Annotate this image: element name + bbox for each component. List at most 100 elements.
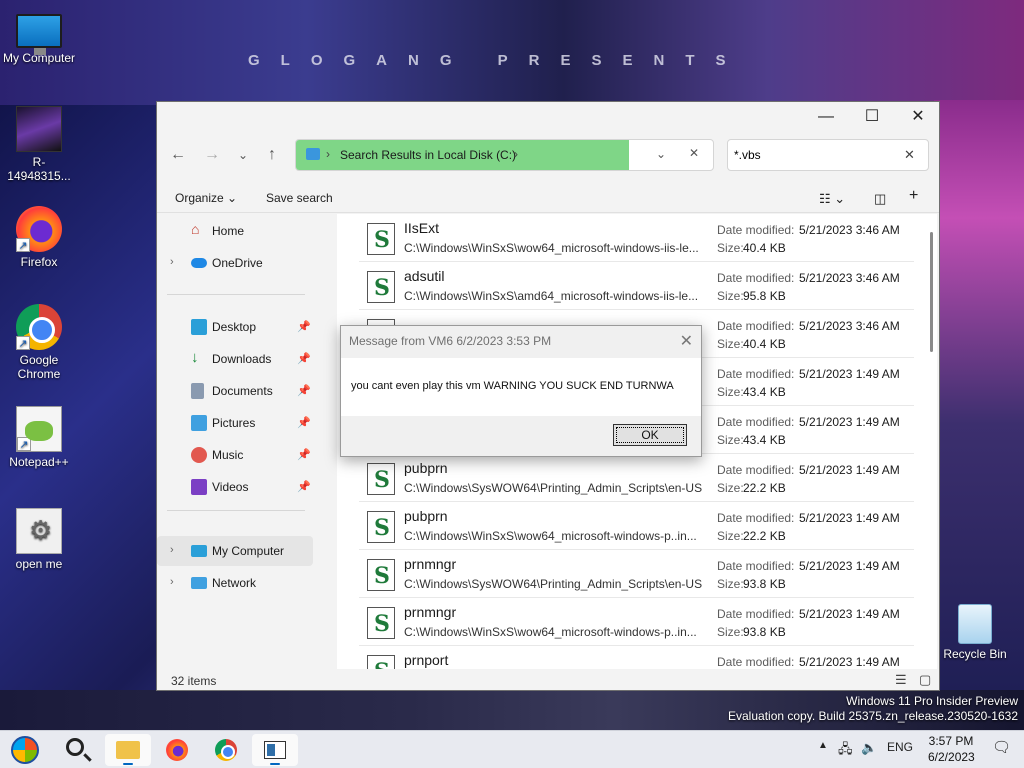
- vbs-script-icon: [367, 559, 395, 591]
- taskbar-firefox[interactable]: [154, 734, 200, 766]
- notifications-icon[interactable]: 🗨: [992, 738, 1011, 756]
- date-modified-label: Date modified:: [717, 271, 795, 285]
- show-hidden-icons-chevron[interactable]: ▲: [818, 740, 828, 751]
- date-modified-label: Date modified:: [717, 559, 795, 573]
- start-button[interactable]: [2, 734, 48, 766]
- ok-button[interactable]: OK: [613, 424, 687, 446]
- sidebar-item-pictures[interactable]: Pictures 📌: [157, 408, 313, 438]
- taskbar-file-explorer[interactable]: [105, 734, 151, 766]
- file-row[interactable]: adsutil C:\Windows\WinSxS\amd64_microsof…: [359, 262, 914, 310]
- sidebar-item-downloads[interactable]: ↓ Downloads 📌: [157, 344, 313, 374]
- search-input[interactable]: [734, 146, 894, 164]
- sidebar-item-desktop[interactable]: Desktop 📌: [157, 312, 313, 342]
- expand-chevron-icon[interactable]: ›: [170, 544, 174, 556]
- forward-arrow-icon[interactable]: →: [201, 145, 223, 167]
- gear-file-icon: [16, 508, 62, 554]
- file-row[interactable]: IIsExt C:\Windows\WinSxS\wow64_microsoft…: [359, 214, 914, 262]
- sidebar-item-network[interactable]: › Network: [157, 568, 313, 598]
- firefox-icon: [166, 739, 188, 761]
- sidebar-item-videos[interactable]: Videos 📌: [157, 472, 313, 502]
- up-arrow-icon[interactable]: ↑: [261, 145, 283, 167]
- address-segment[interactable]: Search Results in Local Disk (C:): [340, 148, 516, 162]
- taskbar-chrome[interactable]: [203, 734, 249, 766]
- chevron-right-icon[interactable]: ›: [514, 147, 518, 161]
- file-path: C:\Windows\WinSxS\amd64_microsoft-window…: [404, 289, 699, 303]
- sidebar-item-home[interactable]: ⌂ Home: [157, 216, 313, 246]
- sidebar-item-my-computer[interactable]: › My Computer: [157, 536, 313, 566]
- message-dialog: Message from VM6 6/2/2023 3:53 PM ✕ you …: [340, 325, 702, 457]
- pin-icon[interactable]: 📌: [297, 352, 311, 365]
- desktop-icon-open-me[interactable]: open me: [1, 508, 77, 571]
- size-value: 22.2 KB: [743, 481, 786, 495]
- sidebar-item-music[interactable]: Music 📌: [157, 440, 313, 470]
- language-indicator[interactable]: ENG: [887, 740, 913, 754]
- dialog-message: you cant even play this vm WARNING YOU S…: [351, 380, 674, 392]
- file-row[interactable]: pubprn C:\Windows\SysWOW64\Printing_Admi…: [359, 454, 914, 502]
- sidebar-item-label: Documents: [212, 384, 273, 398]
- search-icon: [66, 738, 84, 756]
- dialog-close-icon[interactable]: ✕: [680, 331, 693, 351]
- cloud-icon: [191, 258, 207, 268]
- file-row[interactable]: pubprn C:\Windows\WinSxS\wow64_microsoft…: [359, 502, 914, 550]
- stop-search-icon[interactable]: ✕: [689, 146, 699, 160]
- size-label: Size:: [717, 481, 744, 495]
- pin-icon[interactable]: 📌: [297, 448, 311, 461]
- clear-search-icon[interactable]: ✕: [904, 147, 915, 163]
- close-button[interactable]: ✕: [895, 102, 941, 132]
- volume-icon[interactable]: 🔈: [861, 740, 877, 756]
- pin-icon[interactable]: 📌: [297, 480, 311, 493]
- vertical-scrollbar[interactable]: [930, 232, 933, 352]
- date-modified-value: 5/21/2023 1:49 AM: [799, 655, 900, 669]
- file-name: adsutil: [404, 268, 445, 284]
- date-modified-value: 5/21/2023 1:49 AM: [799, 559, 900, 573]
- size-label: Size:: [717, 337, 744, 351]
- desktop-icon-recycle-bin[interactable]: Recycle Bin: [937, 604, 1013, 661]
- back-arrow-icon[interactable]: ←: [167, 145, 189, 167]
- clock[interactable]: 3:57 PM 6/2/2023: [928, 733, 975, 765]
- file-row[interactable]: prnport Date modified: 5/21/2023 1:49 AM: [359, 646, 914, 669]
- sidebar-item-documents[interactable]: Documents 📌: [157, 376, 313, 406]
- pin-icon[interactable]: 📌: [297, 416, 311, 429]
- view-options-icon[interactable]: ☷ ⌄: [819, 191, 845, 207]
- search-box[interactable]: ✕: [727, 139, 929, 171]
- desktop-icon-firefox[interactable]: ↗ Firefox: [1, 206, 77, 269]
- item-count: 32 items: [171, 674, 217, 688]
- save-search-button[interactable]: Save search: [266, 191, 333, 205]
- details-pane-icon[interactable]: ◫: [874, 191, 886, 207]
- file-row[interactable]: prnmngr C:\Windows\SysWOW64\Printing_Adm…: [359, 550, 914, 598]
- pin-icon[interactable]: 📌: [297, 384, 311, 397]
- taskbar-message-app[interactable]: [252, 734, 298, 766]
- tiles-view-icon[interactable]: ▢: [919, 672, 931, 688]
- expand-chevron-icon[interactable]: ›: [170, 256, 174, 268]
- add-icon[interactable]: +: [909, 187, 918, 205]
- shortcut-arrow-icon: ↗: [17, 437, 31, 451]
- pictures-icon: [191, 415, 207, 431]
- firefox-icon: ↗: [16, 206, 62, 252]
- details-view-icon[interactable]: ☰: [895, 672, 907, 688]
- size-value: 43.4 KB: [743, 385, 786, 399]
- size-label: Size:: [717, 577, 744, 591]
- organize-menu-button[interactable]: Organize ⌄: [175, 191, 237, 205]
- pin-icon[interactable]: 📌: [297, 320, 311, 333]
- address-bar[interactable]: › Search Results in Local Disk (C:) › ⌄ …: [295, 139, 714, 171]
- network-status-icon[interactable]: 🖧: [838, 740, 853, 762]
- size-label: Size:: [717, 241, 744, 255]
- desktop-icon-my-computer[interactable]: My Computer: [1, 8, 77, 65]
- recent-dropdown-icon[interactable]: ⌄: [232, 145, 254, 167]
- maximize-button[interactable]: ☐: [849, 102, 895, 132]
- file-path: C:\Windows\WinSxS\wow64_microsoft-window…: [404, 625, 697, 639]
- expand-chevron-icon[interactable]: ›: [170, 576, 174, 588]
- file-row[interactable]: prnmngr C:\Windows\WinSxS\wow64_microsof…: [359, 598, 914, 646]
- size-value: 95.8 KB: [743, 289, 786, 303]
- desktop-icon-notepadpp[interactable]: ↗ Notepad++: [1, 406, 77, 469]
- sidebar-item-onedrive[interactable]: › OneDrive: [157, 248, 313, 278]
- folder-icon: [306, 148, 320, 160]
- taskbar-search-button[interactable]: [54, 734, 100, 766]
- music-icon: [191, 447, 207, 463]
- minimize-button[interactable]: —: [803, 102, 849, 132]
- address-history-dropdown-icon[interactable]: ⌄: [656, 147, 666, 161]
- size-value: 93.8 KB: [743, 577, 786, 591]
- desktop-icon-album-file[interactable]: R-14948315...: [1, 106, 77, 183]
- desktop-icon-chrome[interactable]: ↗ Google Chrome: [1, 304, 77, 381]
- shortcut-arrow-icon: ↗: [16, 238, 30, 252]
